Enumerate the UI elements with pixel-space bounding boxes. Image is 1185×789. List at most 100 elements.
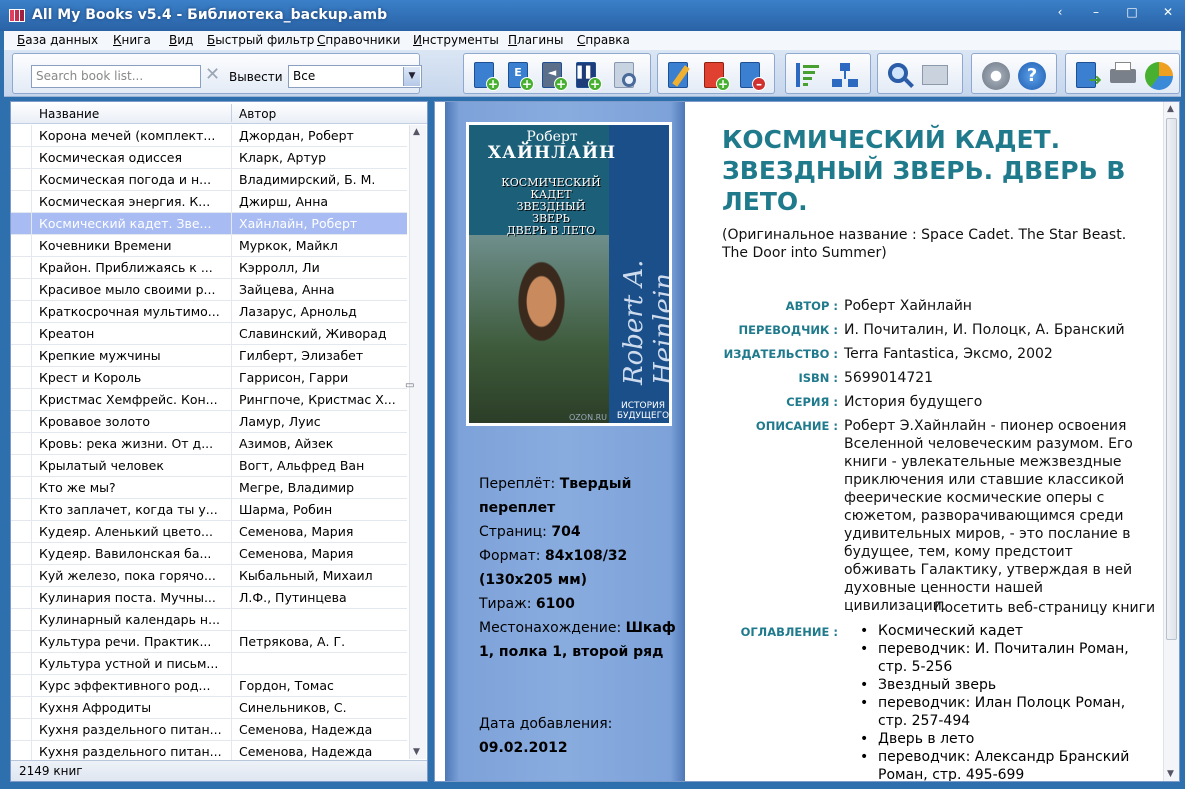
scroll-up-icon[interactable]: ▲ bbox=[413, 127, 420, 137]
row-gutter bbox=[11, 367, 32, 388]
export-group: ➜ bbox=[1065, 53, 1180, 94]
table-row[interactable]: Курс эффективного род... Гордон, Томас bbox=[11, 675, 407, 697]
table-row[interactable]: Кудеяр. Аленький цвето... Семенова, Мария bbox=[11, 521, 407, 543]
book-author-cell: Джордан, Роберт bbox=[239, 128, 354, 143]
translator-label: ПЕРЕВОДЧИК : bbox=[738, 323, 838, 337]
menu-tools[interactable]: Инструменты bbox=[413, 33, 499, 47]
statistics-pie-icon[interactable] bbox=[1144, 61, 1174, 91]
add-audiobook-button[interactable]: ◄ + bbox=[538, 61, 568, 91]
close-button[interactable]: ✕ bbox=[1159, 5, 1177, 19]
cover-title: КОСМИЧЕСКИЙ КАДЕТ ЗВЕЗДНЫЙ ЗВЕРЬ ДВЕРЬ В… bbox=[501, 176, 601, 237]
clear-search-icon[interactable]: ✕ bbox=[205, 64, 220, 85]
export-icon[interactable]: ➜ bbox=[1072, 61, 1102, 91]
table-row[interactable]: Кристмас Хемфрейс. Кон... Рингпоче, Крист… bbox=[11, 389, 407, 411]
find-icon[interactable] bbox=[884, 61, 914, 91]
group-tree-icon[interactable] bbox=[830, 61, 860, 91]
gear-icon[interactable] bbox=[980, 61, 1010, 91]
change-cover-button[interactable]: + bbox=[700, 61, 730, 91]
help-icon[interactable]: ? bbox=[1016, 61, 1046, 91]
table-row[interactable]: Корона мечей (комплект... Джордан, Роберт bbox=[11, 125, 407, 147]
table-row[interactable]: Космическая одиссея Кларк, Артур bbox=[11, 147, 407, 169]
sort-icon[interactable] bbox=[792, 61, 822, 91]
add-group: + E + ◄ + ▌▌ + bbox=[463, 53, 651, 94]
delete-book-button[interactable]: – bbox=[736, 61, 766, 91]
book-cover[interactable]: Роберт ХАЙНЛАЙН КОСМИЧЕСКИЙ КАДЕТ ЗВЕЗДН… bbox=[466, 122, 672, 426]
edit-book-button[interactable] bbox=[664, 61, 694, 91]
menu-view[interactable]: Вид bbox=[169, 33, 193, 47]
print-icon[interactable] bbox=[1108, 61, 1138, 91]
book-web-link[interactable]: Посетить веб-страницу книги bbox=[934, 600, 1155, 616]
show-label: Вывести bbox=[229, 70, 283, 84]
minimize-button[interactable]: – bbox=[1087, 5, 1105, 19]
table-row[interactable]: Креатон Славинский, Живорад bbox=[11, 323, 407, 345]
scroll-down-icon[interactable]: ▼ bbox=[1167, 769, 1174, 779]
table-row[interactable]: Кто заплачет, когда ты у... Шарма, Робин bbox=[11, 499, 407, 521]
table-row[interactable]: Кто же мы? Мегре, Владимир bbox=[11, 477, 407, 499]
row-gutter bbox=[11, 719, 32, 740]
window-title: All My Books v5.4 - Библиотека_backup.am… bbox=[32, 7, 388, 23]
book-author-cell: Лазарус, Арнольд bbox=[239, 304, 357, 319]
book-view-icon[interactable] bbox=[920, 61, 950, 91]
add-book-button[interactable]: + bbox=[470, 61, 500, 91]
splitter-handle[interactable]: ▭ bbox=[405, 380, 425, 391]
row-gutter bbox=[11, 587, 32, 608]
author-value[interactable]: Роберт Хайнлайн bbox=[844, 297, 1144, 315]
table-row[interactable]: Культура речи. Практик... Петрякова, А. Г… bbox=[11, 631, 407, 653]
menu-book[interactable]: Книга bbox=[113, 33, 151, 47]
table-row[interactable]: Космический кадет. Зве... Хайнлайн, Робер… bbox=[11, 213, 407, 235]
book-title-cell: Куй железо, пока горячо... bbox=[39, 568, 216, 583]
search-input[interactable]: Search book list... bbox=[31, 65, 201, 88]
search-online-button[interactable] bbox=[610, 61, 640, 91]
table-row[interactable]: Космическая погода и н... Владимирский, Б… bbox=[11, 169, 407, 191]
book-author-cell: Азимов, Айзек bbox=[239, 436, 334, 451]
table-row[interactable]: Кочевники Времени Муркок, Майкл bbox=[11, 235, 407, 257]
book-author-cell: Мегре, Владимир bbox=[239, 480, 355, 495]
help-context-button[interactable]: ‹ bbox=[1051, 5, 1069, 19]
table-row[interactable]: Культура устной и письм... bbox=[11, 653, 407, 675]
book-title-cell: Корона мечей (комплект... bbox=[39, 128, 216, 143]
table-row[interactable]: Крылатый человек Вогт, Альфред Ван bbox=[11, 455, 407, 477]
table-row[interactable]: Космическая энергия. К... Джирш, Анна bbox=[11, 191, 407, 213]
book-title-cell: Космическая одиссея bbox=[39, 150, 182, 165]
isbn-label: ISBN : bbox=[798, 371, 838, 385]
menu-help[interactable]: Справка bbox=[577, 33, 630, 47]
table-row[interactable]: Краткосрочная мультимо... Лазарус, Арноль… bbox=[11, 301, 407, 323]
details-scrollbar[interactable]: ▲ ▼ bbox=[1163, 102, 1179, 781]
table-row[interactable]: Кровь: река жизни. От д... Азимов, Айзек bbox=[11, 433, 407, 455]
add-by-barcode-button[interactable]: ▌▌ + bbox=[572, 61, 602, 91]
table-row[interactable]: Кухня раздельного питан... Семенова, Наде… bbox=[11, 719, 407, 741]
table-row[interactable]: Красивое мыло своими р... Зайцева, Анна bbox=[11, 279, 407, 301]
table-row[interactable]: Кровавое золото Ламур, Луис bbox=[11, 411, 407, 433]
maximize-button[interactable]: □ bbox=[1123, 5, 1141, 19]
menu-references[interactable]: Справочники bbox=[317, 33, 400, 47]
scroll-up-icon[interactable]: ▲ bbox=[1167, 104, 1174, 114]
table-row[interactable]: Крепкие мужчины Гилберт, Элизабет bbox=[11, 345, 407, 367]
table-row[interactable]: Куй железо, пока горячо... Кыбальный, Мих… bbox=[11, 565, 407, 587]
table-of-contents: Космический кадет переводчик: И. Почитал… bbox=[860, 622, 1140, 781]
add-ebook-button[interactable]: E + bbox=[504, 61, 534, 91]
book-author-cell: Семенова, Надежда bbox=[239, 744, 373, 759]
row-gutter bbox=[11, 191, 32, 212]
scroll-down-icon[interactable]: ▼ bbox=[413, 747, 420, 757]
book-author-cell: Джирш, Анна bbox=[239, 194, 329, 209]
column-header-title[interactable]: Название bbox=[39, 107, 99, 121]
book-title-cell: Крест и Король bbox=[39, 370, 142, 385]
menu-plugins[interactable]: Плагины bbox=[508, 33, 563, 47]
table-row[interactable]: Кулинарный календарь н... bbox=[11, 609, 407, 631]
column-header-author[interactable]: Автор bbox=[239, 107, 276, 121]
table-row[interactable]: Крест и Король Гаррисон, Гарри bbox=[11, 367, 407, 389]
filter-select[interactable]: Все ▼ bbox=[288, 65, 422, 88]
menu-quick-filter[interactable]: Быстрый фильтр bbox=[207, 33, 314, 47]
table-row[interactable]: Кухня Афродиты Синельников, С. bbox=[11, 697, 407, 719]
chevron-down-icon[interactable]: ▼ bbox=[403, 67, 420, 86]
table-row[interactable]: Кулинария поста. Мучны... Л.Ф., Путинцева bbox=[11, 587, 407, 609]
book-author-cell: Гилберт, Элизабет bbox=[239, 348, 364, 363]
cover-watermark: OZON.RU bbox=[569, 413, 608, 422]
list-scrollbar[interactable]: ▲ ▼ bbox=[409, 125, 426, 759]
table-row[interactable]: Кудеяр. Вавилонская ба... Семенова, Мария bbox=[11, 543, 407, 565]
scroll-thumb[interactable] bbox=[1166, 118, 1177, 640]
sort-group bbox=[785, 53, 871, 94]
table-row[interactable]: Крайон. Приближаясь к ... Кэрролл, Ли bbox=[11, 257, 407, 279]
menu-database[interactable]: База данных bbox=[17, 33, 98, 47]
row-gutter bbox=[11, 565, 32, 586]
